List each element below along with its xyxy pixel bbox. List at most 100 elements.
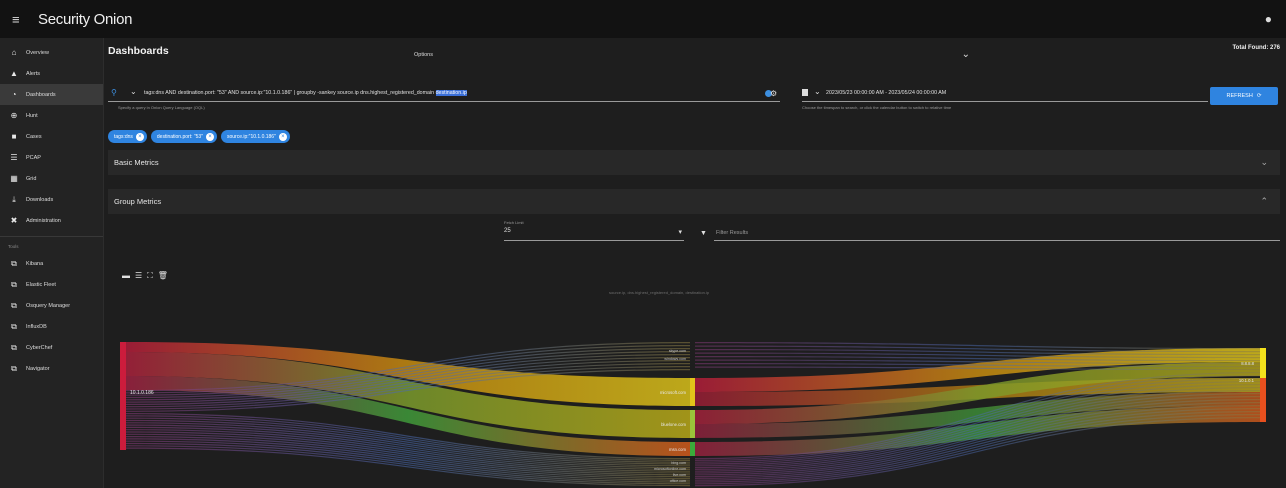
sidebar-item-hunt[interactable]: ⊕ Hunt [0,105,103,126]
refresh-button[interactable]: REFRESH ⟳ [1210,87,1278,105]
download-icon: ⤓ [12,194,16,204]
sankey-label-microsoftonline: microsoftonline.com [654,467,686,471]
sankey-flow [695,342,1260,350]
sidebar-tool-cyberchef[interactable]: ⧉ CyberChef [0,337,103,358]
top-bar: ≡ Security Onion ● [0,0,1286,38]
sidebar-tool-elastic-fleet[interactable]: ⧉ Elastic Fleet [0,274,103,295]
sidebar-section-tools: Tools [8,244,19,249]
filter-chip[interactable]: source.ip:"10.1.0.186" × [221,130,290,143]
sidebar-item-label: Osquery Manager [26,302,71,309]
options-dropdown[interactable]: Options ⌄ [406,48,976,64]
options-label: Options [414,52,433,58]
filter-results-input[interactable]: Filter Results [714,226,1280,241]
sidebar-item-cases[interactable]: ■ Cases [0,126,103,147]
sidebar-item-label: Downloads [26,196,54,203]
chevron-down-icon[interactable]: ⌄ [1260,157,1268,168]
chevron-down-icon[interactable]: ⌄ [130,87,137,96]
sankey-node-source[interactable] [120,342,126,450]
sidebar: ⌂ Overview ▲ Alerts ◔ Dashboards ⊕ Hunt … [0,38,104,488]
query-selected-text: destination.ip [435,90,467,96]
sidebar-tool-kibana[interactable]: ⧉ Kibana [0,253,103,274]
close-icon[interactable]: × [135,132,144,141]
sidebar-item-label: Alerts [26,70,41,77]
chart-toolbar: ▬ ☰ ⛶ 🗑 [122,271,168,281]
fetch-limit-value: 25 [504,228,511,234]
sankey-node-msn[interactable] [690,442,695,456]
user-icon[interactable]: ● [1265,12,1272,26]
chevron-up-icon[interactable]: ⌃ [1260,196,1268,207]
close-icon[interactable]: × [206,132,214,141]
sankey-label-live: live.com [673,473,686,477]
calendar-icon[interactable] [802,89,808,96]
gear-icon[interactable]: ⚙ [770,89,777,98]
sidebar-item-pcap[interactable]: ☰ PCAP [0,147,103,168]
external-link-icon: ⧉ [11,342,17,352]
sankey-node-bluelone[interactable] [690,410,695,438]
sankey-label-microsoft: microsoft.com [660,390,687,395]
query-text[interactable]: tags:dns AND destination.port: "53" AND … [144,90,467,96]
group-metrics-panel[interactable]: Group Metrics ⌃ [108,189,1280,214]
sidebar-item-dashboards[interactable]: ◔ Dashboards [0,84,103,105]
panel-title: Group Metrics [114,197,162,206]
sidebar-item-label: Administration [26,217,61,224]
fetch-limit-label: Fetch Limit [504,220,524,225]
basic-metrics-panel[interactable]: Basic Metrics ⌄ [108,150,1280,175]
briefcase-icon: ■ [11,132,17,141]
refresh-icon: ⟳ [1256,93,1262,99]
menu-icon[interactable]: ≡ [12,12,24,27]
fetch-limit-select[interactable]: Fetch Limit 25 ▾ [504,220,684,241]
date-range-text[interactable]: 2023/05/23 00:00:00 AM - 2023/05/24 00:0… [826,90,946,96]
sankey-chart: 10.1.0.186 microsoft.com bluelone.com ms… [120,342,1266,487]
sankey-node-dest-2[interactable] [1260,378,1266,422]
page-title: Dashboards [108,45,169,57]
list-view-icon[interactable]: ☰ [135,271,142,281]
sidebar-tool-navigator[interactable]: ⧉ Navigator [0,358,103,379]
external-link-icon: ⧉ [11,300,17,310]
pcap-icon: ☰ [10,153,18,162]
sidebar-tool-osquery-manager[interactable]: ⧉ Osquery Manager [0,295,103,316]
sidebar-item-grid[interactable]: ▦ Grid [0,168,103,189]
dashboard-icon: ◔ [11,90,17,99]
filter-chip[interactable]: destination.port: "53" × [150,130,217,143]
sankey-label-office: office.com [670,479,686,483]
sidebar-divider [0,236,103,237]
sankey-label-windows: windows.com [664,357,686,361]
query-hint: Specify a query in Onion Query Language … [118,105,205,110]
sidebar-item-label: Cases [26,133,42,140]
external-link-icon: ⧉ [11,363,17,373]
sankey-node-microsoft[interactable] [690,378,695,406]
date-range-input[interactable]: ⌄ 2023/05/23 00:00:00 AM - 2023/05/24 00… [802,87,1208,102]
query-input[interactable]: ⚲ ⌄ tags:dns AND destination.port: "53" … [108,87,780,102]
fullscreen-icon[interactable]: ⛶ [147,271,153,281]
chevron-down-icon: ⌄ [961,49,970,60]
filter-chips: tags:dns × destination.port: "53" × sour… [108,130,290,143]
panel-title: Basic Metrics [114,158,159,167]
home-icon: ⌂ [11,48,17,57]
chevron-down-icon[interactable]: ⌄ [814,87,821,96]
sidebar-item-administration[interactable]: ✖ Administration [0,210,103,231]
external-link-icon: ⧉ [11,321,17,331]
date-range-hint: Choose the timespan to search, or click … [802,105,952,110]
delete-icon[interactable]: 🗑 [158,271,168,281]
search-icon[interactable]: ⚲ [111,88,117,97]
sidebar-item-label: Dashboards [26,91,56,98]
sankey-node-dest-1[interactable] [1260,348,1266,378]
sidebar-item-label: Grid [26,175,37,182]
app-logo: Security Onion [38,10,133,28]
sidebar-item-alerts[interactable]: ▲ Alerts [0,63,103,84]
sidebar-item-label: Elastic Fleet [26,281,56,288]
filter-results-placeholder: Filter Results [716,230,749,236]
table-view-icon[interactable]: ▬ [122,271,130,281]
filter-chip-label: destination.port: "53" [156,133,203,140]
filter-chip-label: source.ip:"10.1.0.186" [227,133,276,140]
sidebar-item-downloads[interactable]: ⤓ Downloads [0,189,103,210]
filter-chip[interactable]: tags:dns × [108,130,147,143]
grid-icon: ▦ [10,174,18,183]
sidebar-item-overview[interactable]: ⌂ Overview [0,42,103,63]
dropdown-arrow-icon: ▾ [678,229,682,236]
sidebar-item-label: Hunt [26,112,38,119]
close-icon[interactable]: × [278,132,287,141]
sankey-label-bluelone: bluelone.com [661,422,686,427]
crosshair-icon: ⊕ [10,111,18,120]
sidebar-tool-influxdb[interactable]: ⧉ InfluxDB [0,316,103,337]
